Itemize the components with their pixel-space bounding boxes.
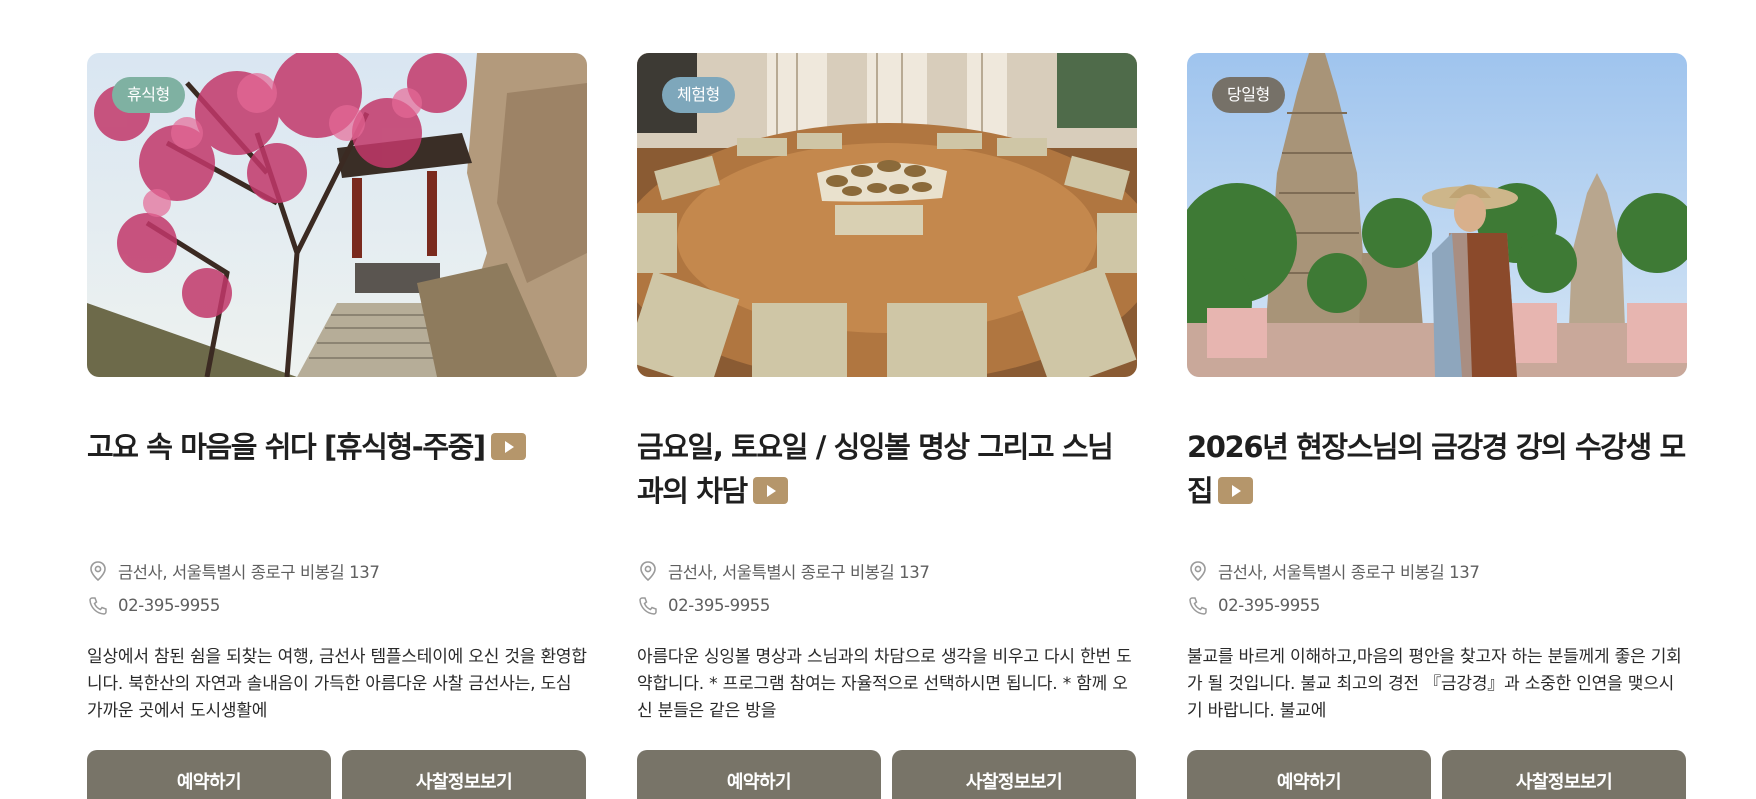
video-play-icon[interactable] xyxy=(752,477,788,504)
temple-address: 금선사, 서울특별시 종로구 비봉길 137 xyxy=(87,553,587,588)
phone-text: 02-395-9955 xyxy=(118,596,220,615)
temple-phone: 02-395-9955 xyxy=(87,588,587,623)
temple-info-button[interactable]: 사찰정보보기 xyxy=(892,750,1136,799)
program-title-text[interactable]: 고요 속 마음을 쉬다 [휴식형-주중] xyxy=(87,430,486,464)
program-title-text[interactable]: 2026년 현장스님의 금강경 강의 수강생 모집 xyxy=(1187,430,1686,508)
temple-address: 금선사, 서울특별시 종로구 비봉길 137 xyxy=(637,553,1137,588)
program-type-badge: 당일형 xyxy=(1212,77,1285,113)
address-text: 금선사, 서울특별시 종로구 비봉길 137 xyxy=(118,562,380,582)
program-title[interactable]: 고요 속 마음을 쉬다 [휴식형-주중] xyxy=(87,425,587,525)
phone-icon xyxy=(1189,596,1207,615)
temple-info-button[interactable]: 사찰정보보기 xyxy=(1442,750,1686,799)
temple-address: 금선사, 서울특별시 종로구 비봉길 137 xyxy=(1187,553,1687,588)
program-description: 불교를 바르게 이해하고,마음의 평안을 찾고자 하는 분들께게 좋은 기회가 … xyxy=(1187,647,1682,721)
address-text: 금선사, 서울특별시 종로구 비봉길 137 xyxy=(668,562,930,582)
reserve-button[interactable]: 예약하기 xyxy=(87,750,331,799)
phone-text: 02-395-9955 xyxy=(1218,596,1320,615)
program-type-badge: 휴식형 xyxy=(112,77,185,113)
program-card[interactable]: 당일형 2026년 현장스님의 금강경 강의 수강생 모집 금선사, 서울특별시… xyxy=(1187,53,1687,799)
program-card[interactable]: 휴식형 고요 속 마음을 쉬다 [휴식형-주중] 금선사, 서울특별시 종로구 … xyxy=(87,53,587,799)
temple-phone: 02-395-9955 xyxy=(1187,588,1687,623)
program-title[interactable]: 금요일, 토요일 / 싱잉볼 명상 그리고 스님과의 차담 xyxy=(637,425,1137,525)
program-description: 일상에서 참된 쉼을 되찾는 여행, 금선사 템플스테이에 오신 것을 환영합니… xyxy=(87,647,587,721)
program-thumbnail[interactable]: 체험형 xyxy=(637,53,1137,377)
program-card[interactable]: 체험형 금요일, 토요일 / 싱잉볼 명상 그리고 스님과의 차담 금선사, 서… xyxy=(637,53,1137,799)
program-thumbnail[interactable]: 휴식형 xyxy=(87,53,587,377)
reserve-button[interactable]: 예약하기 xyxy=(1187,750,1431,799)
temple-info-button[interactable]: 사찰정보보기 xyxy=(342,750,586,799)
phone-text: 02-395-9955 xyxy=(668,596,770,615)
program-thumbnail[interactable]: 당일형 xyxy=(1187,53,1687,377)
video-play-icon[interactable] xyxy=(490,433,526,460)
program-type-badge: 체험형 xyxy=(662,77,735,113)
phone-icon xyxy=(89,596,107,615)
phone-icon xyxy=(639,596,657,615)
reserve-button[interactable]: 예약하기 xyxy=(637,750,881,799)
program-title[interactable]: 2026년 현장스님의 금강경 강의 수강생 모집 xyxy=(1187,425,1687,525)
location-pin-icon xyxy=(640,560,656,581)
temple-phone: 02-395-9955 xyxy=(637,588,1137,623)
address-text: 금선사, 서울특별시 종로구 비봉길 137 xyxy=(1218,562,1480,582)
program-title-text[interactable]: 금요일, 토요일 / 싱잉볼 명상 그리고 스님과의 차담 xyxy=(637,430,1114,508)
location-pin-icon xyxy=(1190,560,1206,581)
program-description: 아름다운 싱잉볼 명상과 스님과의 차담으로 생각을 비우고 다시 한번 도약합… xyxy=(637,647,1132,721)
video-play-icon[interactable] xyxy=(1218,477,1254,504)
location-pin-icon xyxy=(90,560,106,581)
